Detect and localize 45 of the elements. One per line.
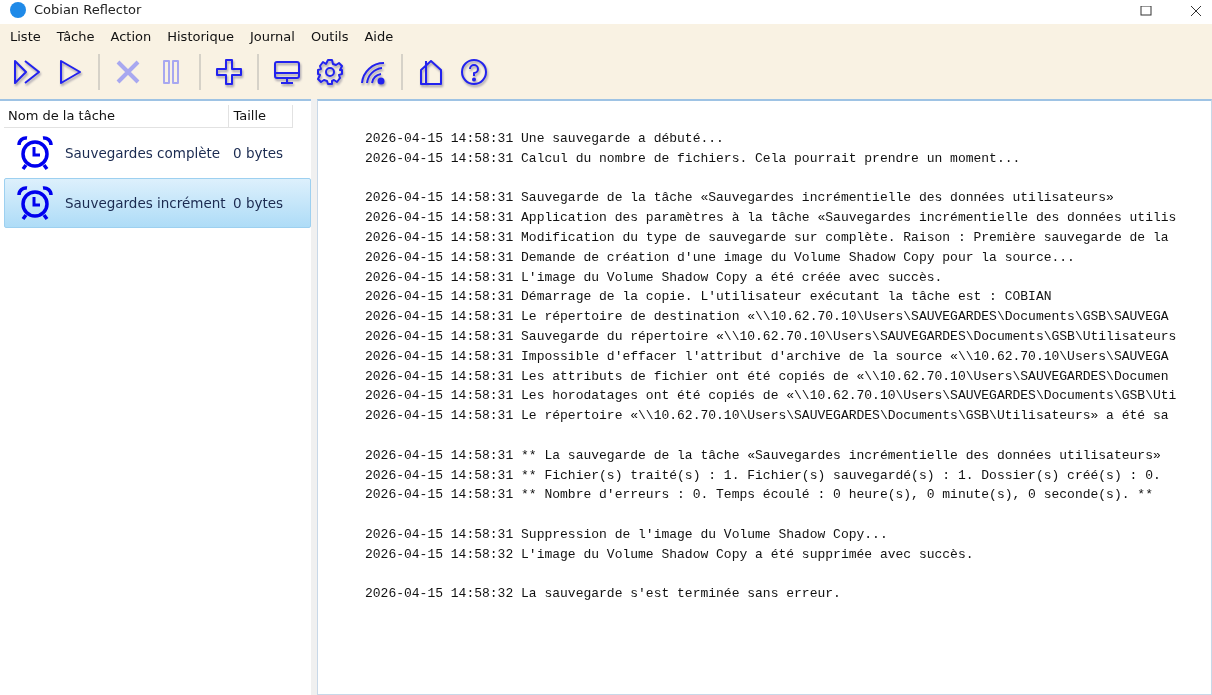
- menu-item[interactable]: Outils: [302, 26, 357, 47]
- log-line: 2026-04-15 14:58:31 Les horodatages ont été copiés de «\\10.62.70.10\Users\SAUVEGARDES\Documents\GSB\Uti: [365, 387, 1178, 406]
- log-line: 2026-04-15 14:58:31 Sauvegarde du répertoire «\\10.62.70.10\Users\SAUVEGARDES\Documents\GSB\Utilisateurs: [365, 327, 1178, 346]
- task-size: 0 bytes: [232, 145, 284, 161]
- menu-item[interactable]: Liste: [2, 26, 49, 47]
- log-line: 2026-04-15 14:58:31 ** Nombre d'erreurs : 0. Temps écoulé : 0 heure(s), 0 minute(s), 0 seconde(s). **: [365, 486, 1154, 505]
- task-name: Sauvegardes complète: [65, 145, 222, 161]
- log-line: 2026-04-15 14:58:32 L'image du Volume Shadow Copy a été supprimée avec succès.: [365, 545, 975, 564]
- log-line: 2026-04-15 14:58:31 Le répertoire de destination «\\10.62.70.10\Users\SAUVEGARDES\Documents\GSB\SAUVEGA: [365, 308, 1170, 327]
- menu-item[interactable]: Historique: [159, 26, 242, 47]
- settings-icon[interactable]: [315, 57, 345, 87]
- log-line: 2026-04-15 14:58:31 Application des paramètres à la tâche «Sauvegardes incrémentielle des données utilis: [365, 209, 1178, 228]
- log-line: 2026-04-15 14:58:31 ** Fichier(s) traité(s) : 1. Fichier(s) sauvegardé(s) : 1. Dossier(s) créé(s) : 0.: [365, 466, 1162, 485]
- maximize-icon[interactable]: [1140, 6, 1152, 16]
- log-line: 2026-04-15 14:58:31 ** La sauvegarde de la tâche «Sauvegardes incrémentielle des données utilisateurs»: [365, 446, 1162, 465]
- log-line: 2026-04-15 14:58:31 Suppression de l'image du Volume Shadow Copy...: [365, 525, 889, 544]
- log-line: 2026-04-15 14:58:31 Calcul du nombre de fichiers. Cela pourrait prendre un moment...: [365, 149, 1022, 168]
- task-row[interactable]: Sauvegardes incrément 0 bytes: [4, 178, 311, 228]
- alarm-clock-icon: [15, 135, 55, 171]
- menu-item[interactable]: Tâche: [48, 26, 103, 47]
- menu-item[interactable]: Journal: [241, 26, 303, 47]
- task-name: Sauvegardes incrément: [65, 195, 227, 211]
- log-line: 2026-04-15 14:58:31 Sauvegarde de la tâche «Sauvegardes incrémentielle des données utilisateurs»: [365, 189, 1115, 208]
- log-line: 2026-04-15 14:58:31 L'image du Volume Shadow Copy a été créée avec succès.: [365, 268, 944, 287]
- double-play-icon[interactable]: [12, 57, 42, 87]
- log-line: 2026-04-15 14:58:31 Le répertoire «\\10.62.70.10\Users\SAUVEGARDES\Documents\GSB\Utilisateurs» a été sa: [365, 407, 1170, 426]
- menu-item[interactable]: Aide: [356, 26, 402, 47]
- column-header[interactable]: Nom de la tâche: [4, 105, 230, 127]
- log-line: 2026-04-15 14:58:31 Demande de création d'une image du Volume Shadow Copy pour la source...: [365, 248, 1076, 267]
- log-line: 2026-04-15 14:58:31 Les attributs de fichier ont été copiés de «\\10.62.70.10\Users\SAUVEGARDES\Documen: [365, 367, 1170, 386]
- column-header[interactable]: Taille: [229, 105, 293, 127]
- help-icon[interactable]: [459, 57, 489, 87]
- log-line: 2026-04-15 14:58:31 Impossible d'effacer l'attribut d'archive de la source «\\10.62.70.10\Users\SAUVEGA: [365, 347, 1170, 366]
- log-line: 2026-04-15 14:58:31 Démarrage de la copie. L'utilisateur exécutant la tâche est : COBIAN: [365, 288, 1053, 307]
- window-title: Cobian Reflector: [34, 2, 142, 17]
- task-size: 0 bytes: [232, 195, 284, 211]
- log-line: 2026-04-15 14:58:31 Une sauvegarde a débuté...: [365, 130, 725, 148]
- task-row[interactable]: Sauvegardes complète 0 bytes: [4, 128, 311, 178]
- alarm-clock-icon: [15, 185, 55, 221]
- log-line: 2026-04-15 14:58:32 La sauvegarde s'est terminée sans erreur.: [365, 585, 842, 604]
- app-icon: [10, 2, 26, 18]
- menu-item[interactable]: Action: [102, 26, 160, 47]
- plus-icon[interactable]: [214, 57, 244, 87]
- close-icon[interactable]: [1190, 6, 1202, 16]
- log-line: 2026-04-15 14:58:31 Modification du type de sauvegarde sur complète. Raison : Première sauvegarde de la: [365, 229, 1170, 247]
